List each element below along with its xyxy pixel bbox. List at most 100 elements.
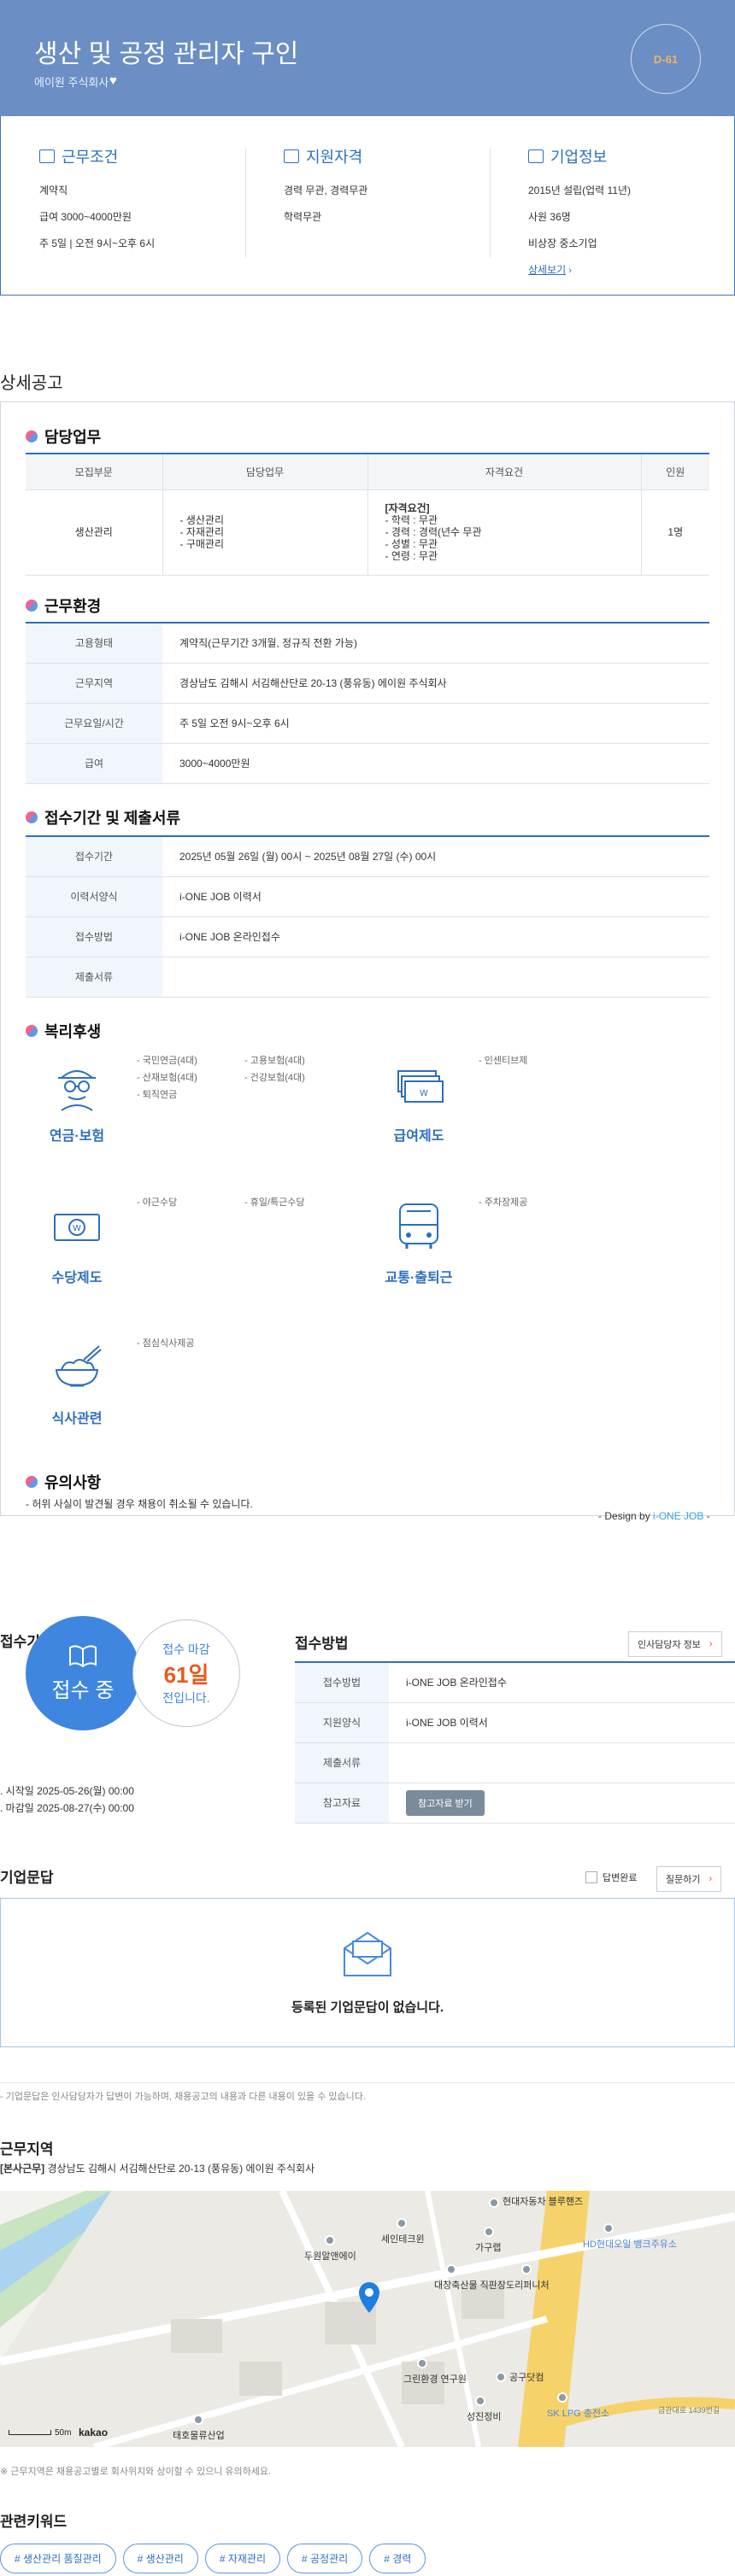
env-title-text: 근무환경 (44, 598, 102, 615)
welfare-item: - 인센티브제 (479, 1056, 528, 1066)
map-scale: 50m (55, 2428, 72, 2438)
map-marker-icon[interactable] (357, 2281, 381, 2314)
hr-info-button[interactable]: 인사담당자 정보 › (628, 1631, 722, 1657)
keyword-tag[interactable]: # 생산관리 (122, 2544, 198, 2573)
row-header: 제출서류 (295, 1742, 389, 1783)
row-value: i-ONE JOB 온라인접수 (389, 1662, 735, 1703)
task-line: - 구매관리 (179, 538, 225, 550)
welfare-item: - 퇴직연금 (137, 1090, 178, 1100)
summary-line: 학력무관 (284, 211, 322, 223)
ask-question-button[interactable]: 질문하기 › (656, 1866, 722, 1892)
row-header: 접수방법 (295, 1662, 389, 1703)
map-label: SK LPG 충전소 (547, 2409, 610, 2419)
table-row: 이력서양식 i-ONE JOB 이력서 (26, 876, 709, 917)
company-detail-link[interactable]: 상세보기 (528, 264, 566, 276)
design-credit: - Design by i-ONE JOB - (598, 1510, 710, 1522)
map-label: 도리퍼니처 (506, 2280, 550, 2291)
column-header: 모집부문 (26, 454, 163, 490)
map-label: HD현대오일 뱅크주유소 (583, 2239, 678, 2250)
column-header: 자격요건 (368, 454, 642, 490)
keyword-tag[interactable]: # 경력 (369, 2544, 426, 2573)
welfare-title: 복리후생 (26, 1020, 101, 1042)
location-title: 근무지역 (0, 2141, 54, 2157)
env-table: 고용형태 계약직(근무기간 3개월, 정규직 전환 가능) 근무지역 경상남도 김해… (26, 622, 709, 784)
welfare-label: 식사관련 (51, 1412, 103, 1426)
svg-text:W: W (73, 1224, 81, 1233)
count-cell: 1명 (641, 489, 709, 576)
bullet-icon (26, 430, 38, 442)
row-value: 주 5일 오전 9시~오후 6시 (162, 703, 709, 744)
dday-badge: D-61 (631, 24, 701, 94)
caution-text: - 허위 사실이 발견될 경우 채용이 취소될 수 있습니다. (26, 1498, 253, 1510)
table-row: 지원양식 i-ONE JOB 이력서 (295, 1702, 735, 1743)
location-address-text: 경상남도 김해시 서김해산단로 20-13 (풍유동) 에이원 주식회사 (47, 2163, 315, 2175)
map-label: 가구랩 (475, 2243, 502, 2253)
map-label: 금관대로 1439번길 (658, 2406, 720, 2415)
location-tag: [본사근무] (0, 2163, 45, 2175)
company-name[interactable]: 에이원 주식회사 (34, 73, 109, 90)
summary-company: 기업정보 2015년 설립(업력 11년) 사원 36명 비상장 중소기업 상세… (528, 145, 733, 277)
book-icon (69, 1644, 97, 1667)
req-heading: [자격요건] (385, 502, 430, 514)
divider (490, 147, 491, 258)
summary-line: 2015년 설립(업력 11년) (528, 184, 632, 196)
status-text: 접수 중 (51, 1678, 115, 1702)
answered-filter[interactable]: 답변완료 (585, 1871, 637, 1884)
row-value: i-ONE JOB 온라인접수 (162, 916, 709, 957)
row-header: 급여 (26, 743, 162, 784)
qa-empty-text: 등록된 기업문답이 없습니다. (291, 2000, 444, 2015)
row-header: 참고자료 (295, 1783, 389, 1824)
welfare-item: - 휴일/특근수당 (244, 1197, 305, 1208)
welfare-title-text: 복리후생 (44, 1023, 102, 1040)
map-label: 태호물류산업 (173, 2431, 225, 2441)
chevron-right-icon: › (566, 266, 572, 276)
bullet-icon (26, 1025, 38, 1037)
task-line: - 생산관리 (179, 514, 225, 526)
deadline-circle: 접수 마감 61일 전입니다. (132, 1619, 240, 1727)
map-poi-icon (475, 2396, 485, 2406)
row-value: 3000~4000만원 (162, 743, 709, 784)
end-date-text: 마감일 2025-08-27(수) 00:00 (5, 1802, 134, 1814)
welfare-items: - 국민연금(4대) - 산재보험(4대) - 퇴직연금 (137, 1052, 197, 1104)
design-prefix: - Design by (598, 1510, 654, 1522)
keywords-title: 관련키워드 (0, 2514, 68, 2530)
submit-title-text: 접수기간 및 제출서류 (44, 810, 181, 827)
requirements-cell: [자격요건] - 학력 : 무관 - 경력 : 경력(년수 무관 - 성별 : … (368, 489, 642, 576)
keyword-tag[interactable]: # 공정관리 (287, 2544, 363, 2573)
reference-download-button[interactable]: 참고자료 받기 (406, 1789, 485, 1816)
map-brand: kakao (79, 2427, 109, 2438)
map-poi-icon (193, 2415, 203, 2425)
row-value (162, 957, 709, 998)
row-header: 고용형태 (26, 623, 162, 664)
summary-qual-title: 지원자격 (306, 149, 363, 166)
tasks-cell: - 생산관리 - 자재관리 - 구매관리 (162, 489, 368, 576)
method-title: 접수방법 (295, 1636, 349, 1652)
summary-work-title: 근무조건 (62, 149, 119, 166)
welfare-items: - 휴일/특근수당 (244, 1194, 305, 1211)
welfare-label: 교통·출퇴근 (385, 1271, 453, 1285)
row-value (389, 1742, 735, 1783)
end-date: . 마감일 2025-08-27(수) 00:00 (0, 1800, 134, 1815)
page-title: 생산 및 공정 관리자 구인 (34, 40, 299, 68)
keyword-tag[interactable]: # 생산관리 품질관리 (0, 2544, 116, 2573)
duty-title: 담당업무 (26, 425, 101, 448)
caution-title: 유의사항 (26, 1471, 101, 1493)
divider (0, 2082, 735, 2083)
map-scale-bar (9, 2430, 51, 2435)
dept-cell: 생산관리 (26, 489, 163, 576)
map-poi-icon (603, 2223, 614, 2234)
detail-section-title: 상세공고 (0, 374, 63, 393)
table-row: 생산관리 - 생산관리 - 자재관리 - 구매관리 [자격요건] - 학력 : … (26, 489, 709, 576)
duty-table: 모집부문 담당업무 자격요건 인원 생산관리 - 생산관리 - 자재관리 - 구… (26, 453, 709, 576)
keyword-tag[interactable]: # 자재관리 (204, 2544, 281, 2573)
insurance-person-icon (58, 1070, 96, 1111)
qa-empty-box: 등록된 기업문답이 없습니다. (0, 1898, 735, 2047)
bullet-icon (26, 600, 38, 612)
location-address: [본사근무] 경상남도 김해시 서김해산단로 20-13 (풍유동) 에이원 주… (0, 2161, 315, 2175)
hr-info-label: 인사담당자 정보 (638, 1640, 701, 1650)
answered-checkbox[interactable] (585, 1871, 597, 1883)
summary-company-title: 기업정보 (550, 149, 608, 166)
location-map[interactable]: 현대자동차 블루핸즈 세인테크윈 두원알앤에이 가구랩 HD현대오일 뱅크주유소… (0, 2191, 735, 2447)
favorite-heart-icon[interactable]: ♥ (109, 73, 117, 88)
summary-work: 근무조건 계약직 급여 3000~4000만원 주 5일 | 오전 9시~오후 … (39, 145, 244, 262)
